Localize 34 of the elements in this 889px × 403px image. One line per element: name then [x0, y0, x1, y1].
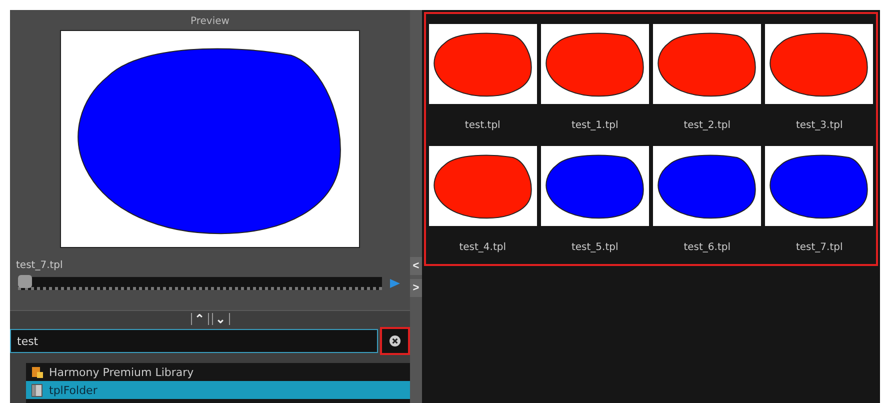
- play-icon[interactable]: [390, 279, 400, 288]
- tree-item[interactable]: Harmony Premium Library: [26, 363, 410, 381]
- template-name: test_7.tpl: [796, 240, 843, 254]
- template-thumbnail[interactable]: [428, 146, 537, 226]
- tree-item[interactable]: tplFolder: [26, 381, 410, 399]
- frame-slider[interactable]: [18, 277, 382, 290]
- collapse-down-button[interactable]: ⌄: [212, 313, 230, 325]
- template-name: test_5.tpl: [571, 240, 618, 254]
- expand-right-button[interactable]: >: [410, 278, 422, 296]
- template-thumbnail[interactable]: [428, 24, 537, 104]
- slider-thumb[interactable]: [18, 275, 32, 288]
- tree-label: Harmony Premium Library: [49, 366, 194, 378]
- template-name: test_2.tpl: [684, 118, 731, 132]
- template-name: test_3.tpl: [796, 118, 843, 132]
- template-thumbnail[interactable]: [540, 146, 649, 226]
- template-name: test_6.tpl: [684, 240, 731, 254]
- template-thumbnail[interactable]: [540, 24, 649, 104]
- close-icon: [389, 335, 401, 347]
- search-field[interactable]: test: [10, 329, 378, 353]
- clear-button[interactable]: [380, 327, 410, 355]
- template-name: test.tpl: [464, 118, 500, 132]
- template-name: test_4.tpl: [459, 240, 506, 254]
- template-thumbnail[interactable]: [765, 24, 874, 104]
- tree-label: tplFolder: [49, 384, 98, 396]
- collapse-left-button[interactable]: <: [410, 256, 422, 274]
- book-icon: [31, 384, 43, 396]
- template-name: test_1.tpl: [571, 118, 618, 132]
- preview-title: Preview: [190, 15, 230, 29]
- template-name: test_7.tpl: [15, 259, 64, 271]
- template-thumbnail[interactable]: [765, 146, 874, 226]
- template-thumbnail[interactable]: [653, 146, 762, 226]
- expand-up-button[interactable]: ⌃: [190, 313, 208, 325]
- template-thumbnail[interactable]: [653, 24, 762, 104]
- library-icon: [31, 366, 43, 378]
